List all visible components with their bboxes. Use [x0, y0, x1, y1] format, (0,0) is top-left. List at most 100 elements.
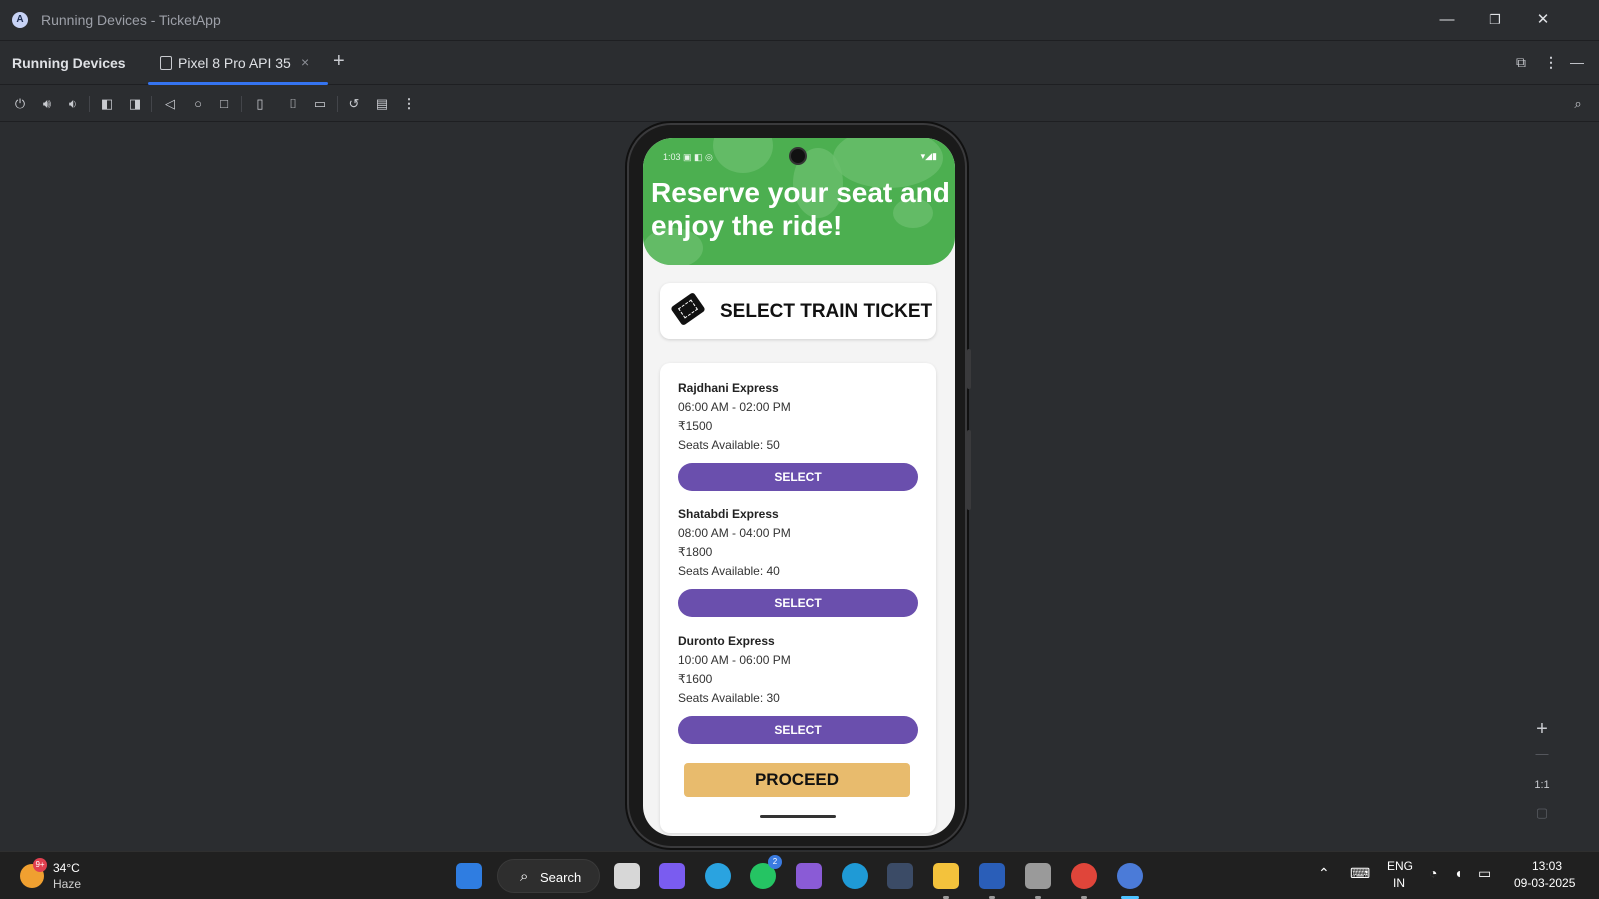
train-name: Duronto Express	[678, 634, 775, 648]
actual-size-button[interactable]: 1:1	[1530, 779, 1554, 791]
train-item: Shatabdi Express 08:00 AM - 04:00 PM ₹18…	[678, 507, 918, 617]
show-hidden-icons-icon[interactable]: ⌃	[1318, 865, 1330, 882]
train-time: 10:00 AM - 06:00 PM	[678, 653, 791, 667]
select-duronto-button[interactable]: SELECT	[678, 716, 918, 744]
select-shatabdi-button[interactable]: SELECT	[678, 589, 918, 617]
train-price: ₹1500	[678, 419, 713, 433]
emulator-toolbar: ⏻ 🔊︎ 🔉︎ ◧ ◨ ◁ ○ □ ▯ ⌷ ▭ ↺ ▤ ⋮ ⌕	[0, 86, 1599, 122]
telegram-icon[interactable]	[705, 863, 731, 889]
restore-button[interactable]: ❐	[1472, 6, 1518, 34]
visual-studio-icon[interactable]	[796, 863, 822, 889]
header-banner: 1:03 ▣ ◧ ◎ ▾◢▮ Reserve your seat and enj…	[643, 138, 955, 265]
window-title: Running Devices - TicketApp	[41, 12, 221, 28]
wifi-icon[interactable]: ◔	[1429, 865, 1437, 881]
train-time: 06:00 AM - 02:00 PM	[678, 400, 791, 414]
ticket-icon	[670, 291, 706, 327]
gesture-home-bar[interactable]	[760, 815, 836, 818]
overview-icon[interactable]: □	[214, 94, 234, 114]
device-icon	[160, 56, 172, 70]
region-code[interactable]: IN	[1393, 876, 1405, 890]
restore-panel-icon[interactable]: ⧉	[1516, 54, 1526, 71]
file-explorer-icon[interactable]	[933, 863, 959, 889]
phone-frame: 1:03 ▣ ◧ ◎ ▾◢▮ Reserve your seat and enj…	[627, 123, 971, 848]
proceed-button[interactable]: PROCEED	[684, 763, 910, 797]
status-time: 1:03 ▣ ◧ ◎	[663, 152, 713, 163]
device-manager-icon[interactable]: ▯	[250, 94, 270, 114]
close-tab-icon[interactable]: ×	[301, 54, 309, 70]
zoom-out-button[interactable]: —	[1530, 746, 1554, 761]
hero-text: Reserve your seat and enjoy the ride!	[651, 177, 950, 241]
database-icon[interactable]	[1025, 863, 1051, 889]
fit-screen-icon[interactable]: ▢	[1530, 805, 1554, 821]
train-seats: Seats Available: 50	[678, 438, 780, 452]
edge-icon[interactable]	[842, 863, 868, 889]
train-name: Shatabdi Express	[678, 507, 779, 521]
copilot-icon[interactable]	[659, 863, 685, 889]
language-code[interactable]: ENG	[1387, 859, 1413, 873]
hide-panel-icon[interactable]: —	[1570, 54, 1584, 70]
select-rajdhani-button[interactable]: SELECT	[678, 463, 918, 491]
train-price: ₹1800	[678, 545, 713, 559]
status-icons: ▾◢▮	[920, 151, 937, 161]
clock-date[interactable]: 09-03-2025	[1514, 876, 1575, 890]
screenshot-icon[interactable]: ⌷	[283, 94, 303, 114]
status-clock: 1:03	[663, 152, 681, 162]
train-item: Duronto Express 10:00 AM - 06:00 PM ₹160…	[678, 634, 918, 744]
phone-power-button	[967, 349, 971, 389]
power-icon[interactable]: ⏻	[10, 94, 30, 114]
start-icon[interactable]	[456, 863, 482, 889]
phone-screen: 1:03 ▣ ◧ ◎ ▾◢▮ Reserve your seat and enj…	[643, 138, 955, 836]
train-price: ₹1600	[678, 672, 713, 686]
windows-taskbar: 9+ 34°C Haze ⌕ Search 2 ⌃ ⌨ ENG IN ◔ ◖ ▭…	[0, 851, 1599, 899]
keyboard-icon[interactable]: ⌨	[1350, 865, 1370, 882]
toolbar-divider	[89, 96, 90, 112]
chrome-icon[interactable]	[1071, 863, 1097, 889]
weather-badge: 9+	[33, 858, 47, 872]
task-view-icon[interactable]	[614, 863, 640, 889]
toolbar-divider	[337, 96, 338, 112]
active-tab-indicator	[148, 82, 328, 85]
search-label: Search	[540, 870, 582, 885]
battery-icon[interactable]: ▭	[1478, 865, 1491, 882]
android-studio-icon[interactable]	[1117, 863, 1143, 889]
temperature: 34°C	[53, 861, 80, 875]
close-button[interactable]: ✕	[1520, 6, 1566, 34]
app-icon[interactable]	[887, 863, 913, 889]
add-device-button[interactable]: +	[333, 50, 345, 73]
rotate-left-icon[interactable]: ◧	[97, 94, 117, 114]
whatsapp-badge: 2	[768, 855, 782, 869]
back-icon[interactable]: ◁	[160, 94, 180, 114]
inspect-icon[interactable]: ⌕	[1568, 94, 1588, 114]
panel-title: Running Devices	[12, 55, 126, 71]
running-devices-tab-bar: Running Devices Pixel 8 Pro API 35 × + ⧉…	[0, 41, 1599, 85]
zoom-in-button[interactable]: +	[1530, 718, 1554, 741]
notification-icons: ▣ ◧ ◎	[683, 152, 713, 162]
device-tab-label: Pixel 8 Pro API 35	[178, 55, 291, 71]
train-seats: Seats Available: 40	[678, 564, 780, 578]
volume-icon[interactable]: ◖	[1454, 865, 1462, 881]
train-seats: Seats Available: 30	[678, 691, 780, 705]
more-icon[interactable]: ⋮	[399, 94, 419, 114]
train-time: 08:00 AM - 04:00 PM	[678, 526, 791, 540]
window-title-bar: A Running Devices - TicketApp — ❐ ✕	[0, 0, 1599, 41]
screen-record-icon[interactable]: ▭	[310, 94, 330, 114]
train-name: Rajdhani Express	[678, 381, 779, 395]
rotate-right-icon[interactable]: ◨	[125, 94, 145, 114]
tab-device[interactable]: Pixel 8 Pro API 35 ×	[148, 41, 328, 85]
volume-up-icon[interactable]: 🔊︎	[37, 94, 57, 114]
volume-down-icon[interactable]: 🔉︎	[63, 94, 83, 114]
train-item: Rajdhani Express 06:00 AM - 02:00 PM ₹15…	[678, 381, 918, 491]
weather-condition: Haze	[53, 877, 82, 891]
word-icon[interactable]	[979, 863, 1005, 889]
minimize-button[interactable]: —	[1424, 6, 1470, 34]
toolbar-divider	[151, 96, 152, 112]
taskbar-search[interactable]: ⌕ Search	[497, 859, 600, 893]
reset-icon[interactable]: ↺	[344, 94, 364, 114]
phone-volume-button	[967, 430, 971, 510]
select-ticket-card: SELECT TRAIN TICKET	[660, 283, 936, 339]
home-icon[interactable]: ○	[188, 94, 208, 114]
snapshot-icon[interactable]: ▤	[372, 94, 392, 114]
search-icon: ⌕	[520, 868, 529, 885]
options-icon[interactable]: ⋮	[1544, 54, 1558, 71]
clock-time[interactable]: 13:03	[1532, 859, 1562, 873]
